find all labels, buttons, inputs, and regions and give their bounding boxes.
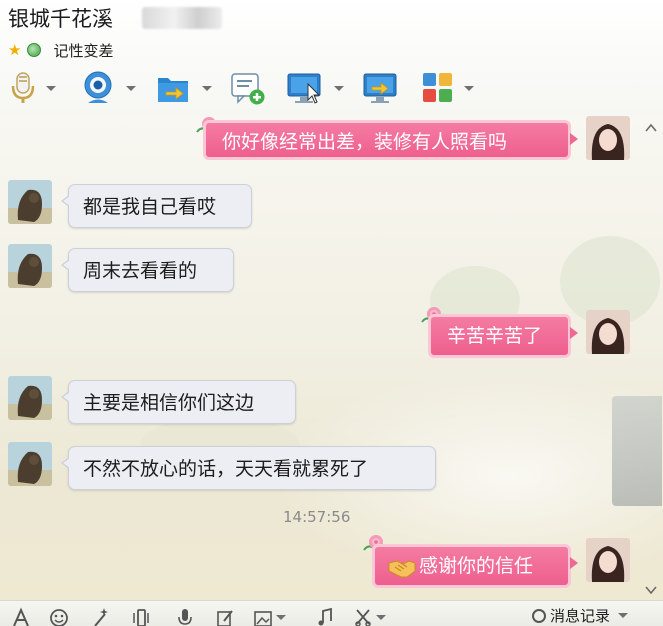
chevron-down-icon[interactable] xyxy=(276,615,286,620)
message-timestamp: 14:57:56 xyxy=(283,508,351,526)
apps-button[interactable] xyxy=(420,70,486,110)
send-file-button[interactable] xyxy=(156,70,216,110)
avatar-image xyxy=(8,180,52,224)
message-text: 感谢你的信任 xyxy=(419,555,534,577)
chevron-down-icon xyxy=(334,86,344,91)
contact-avatar[interactable] xyxy=(8,244,52,288)
redacted-name-suffix xyxy=(142,7,222,29)
contact-name: 银城千花溪 xyxy=(8,7,113,31)
message-bubble-incoming[interactable]: 周末去看看的 xyxy=(61,248,234,292)
avatar-image xyxy=(586,310,630,354)
screen-share-icon xyxy=(363,73,397,103)
contact-avatar[interactable] xyxy=(8,376,52,420)
message-text: 周末去看看的 xyxy=(83,260,198,282)
font-icon[interactable] xyxy=(12,607,30,626)
avatar-image xyxy=(8,244,52,288)
screenshot-icon[interactable] xyxy=(354,607,372,626)
contact-signature: 记性变差 xyxy=(53,41,114,60)
microphone-icon xyxy=(11,72,35,103)
avatar-image xyxy=(586,116,630,160)
chevron-down-icon xyxy=(202,86,212,91)
chevron-down-icon[interactable] xyxy=(376,615,386,620)
file-transfer-icon xyxy=(158,78,188,102)
contact-avatar[interactable] xyxy=(8,180,52,224)
contact-avatar[interactable] xyxy=(8,442,52,486)
message-text: 辛苦辛苦了 xyxy=(447,325,543,347)
scroll-down-icon[interactable] xyxy=(645,584,657,596)
image-icon[interactable] xyxy=(254,607,274,626)
shake-icon[interactable] xyxy=(132,607,150,626)
chat-header: 银城千花溪 ★ 记性变差 xyxy=(0,0,663,116)
chevron-down-icon xyxy=(618,613,629,618)
my-avatar[interactable] xyxy=(586,538,630,582)
avatar-image xyxy=(8,376,52,420)
chevron-down-icon xyxy=(464,86,474,91)
remote-desktop-icon xyxy=(287,73,321,104)
chevron-down-icon xyxy=(46,86,56,91)
screen-share-button[interactable] xyxy=(362,70,402,110)
message-bubble-outgoing[interactable]: 辛苦辛苦了 xyxy=(428,314,578,358)
avatar-image xyxy=(586,538,630,582)
remote-assist-button[interactable] xyxy=(286,70,352,110)
emoji-icon[interactable] xyxy=(50,607,68,626)
my-avatar[interactable] xyxy=(586,310,630,354)
message-text: 你好像经常出差，装修有人照看吗 xyxy=(222,131,508,153)
mobile-online-icon xyxy=(27,43,42,57)
star-icon: ★ xyxy=(8,41,22,59)
edit-icon[interactable] xyxy=(216,607,234,626)
input-toolbar: 消息记录 xyxy=(0,600,663,626)
message-bubble-incoming[interactable]: 不然不放心的话，天天看就累死了 xyxy=(61,446,436,490)
chevron-down-icon xyxy=(126,86,136,91)
message-text: 不然不放心的话，天天看就累死了 xyxy=(83,458,369,480)
chat-window: 银城千花溪 ★ 记性变差 你好像经常出差，装修有人照看吗 都是我自己看哎 周末去… xyxy=(0,0,663,626)
message-scrollbar[interactable] xyxy=(639,116,663,600)
new-message-button[interactable] xyxy=(230,70,270,110)
avatar-image xyxy=(8,442,52,486)
voice-message-icon[interactable] xyxy=(176,607,194,626)
handshake-icon xyxy=(388,559,416,577)
clock-icon xyxy=(532,608,546,623)
message-bubble-incoming[interactable]: 主要是相信你们这边 xyxy=(61,380,296,424)
message-bubble-outgoing[interactable]: 你好像经常出差，装修有人照看吗 xyxy=(203,120,578,160)
message-bubble-outgoing[interactable]: 感谢你的信任 xyxy=(372,544,578,588)
message-bubble-incoming[interactable]: 都是我自己看哎 xyxy=(61,184,252,228)
message-text: 都是我自己看哎 xyxy=(83,196,217,218)
message-text: 主要是相信你们这边 xyxy=(83,392,255,414)
voice-call-button[interactable] xyxy=(8,70,68,110)
my-avatar[interactable] xyxy=(586,116,630,160)
message-add-icon xyxy=(231,73,265,105)
message-list[interactable]: 你好像经常出差，装修有人照看吗 都是我自己看哎 周末去看看的 辛苦辛苦了 主要是… xyxy=(0,116,663,600)
video-call-button[interactable] xyxy=(82,70,142,110)
music-icon[interactable] xyxy=(316,607,334,626)
message-history-label: 消息记录 xyxy=(550,607,611,625)
message-history-button[interactable]: 消息记录 xyxy=(532,605,629,626)
status-row: ★ 记性变差 xyxy=(8,40,113,60)
scroll-up-icon[interactable] xyxy=(645,122,657,134)
magic-wand-icon[interactable] xyxy=(92,607,110,626)
webcam-icon xyxy=(84,71,112,103)
chat-toolbar xyxy=(8,70,488,110)
apps-icon xyxy=(423,73,452,102)
